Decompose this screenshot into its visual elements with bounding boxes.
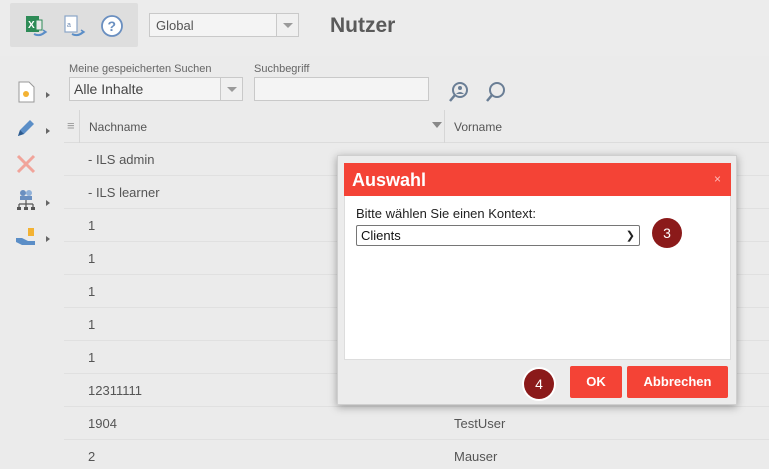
- context-select[interactable]: Clients ❯: [356, 225, 640, 246]
- user-search-icon[interactable]: [447, 80, 471, 104]
- delete-button[interactable]: [14, 152, 58, 182]
- step-badge: 4: [524, 369, 554, 399]
- cell-nachname: 1: [88, 284, 96, 299]
- search-term-label: Suchbegriff: [254, 63, 310, 75]
- column-header-vorname[interactable]: Vorname: [454, 120, 502, 134]
- help-icon[interactable]: ?: [100, 14, 124, 38]
- table-header: Nachname Vorname: [64, 110, 769, 143]
- table-row[interactable]: 2 Mauser: [64, 440, 769, 469]
- excel-export-icon[interactable]: X: [24, 14, 48, 38]
- chevron-down-icon: [276, 14, 298, 36]
- caret-right-icon: [46, 200, 50, 206]
- cell-nachname: - ILS admin: [88, 152, 155, 167]
- cell-nachname: 1: [88, 218, 96, 233]
- left-toolbar: [0, 66, 64, 469]
- user-hierarchy-button[interactable]: [14, 188, 58, 218]
- cell-vorname: TestUser: [454, 416, 506, 431]
- sort-desc-icon[interactable]: [432, 122, 442, 128]
- selection-dialog: Auswahl × Bitte wählen Sie einen Kontext…: [337, 155, 737, 405]
- dialog-header: Auswahl ×: [344, 163, 731, 196]
- cancel-button[interactable]: Abbrechen: [627, 366, 728, 398]
- svg-text:a: a: [67, 22, 71, 29]
- search-term-input[interactable]: [254, 77, 429, 101]
- caret-right-icon: [46, 92, 50, 98]
- step-badge: 3: [652, 218, 682, 248]
- new-item-icon: [18, 81, 35, 103]
- cell-nachname: 1: [88, 350, 96, 365]
- cell-nachname: 2: [88, 449, 96, 464]
- svg-text:?: ?: [108, 18, 117, 34]
- new-item-button[interactable]: [14, 80, 58, 110]
- saved-searches-select[interactable]: Alle Inhalte: [69, 77, 243, 101]
- chevron-down-icon: ❯: [625, 230, 635, 242]
- user-hierarchy-icon: [17, 190, 35, 210]
- ok-button[interactable]: OK: [570, 366, 622, 398]
- cell-nachname: 1: [88, 251, 96, 266]
- table-row[interactable]: 1904 TestUser: [64, 407, 769, 440]
- caret-right-icon: [46, 236, 50, 242]
- scope-select[interactable]: Global: [149, 13, 299, 37]
- saved-searches-value: Alle Inhalte: [74, 81, 144, 97]
- edit-button[interactable]: [14, 116, 58, 146]
- page-title: Nutzer: [330, 14, 396, 37]
- top-header: X a ? Global Nutzer: [0, 0, 769, 56]
- assign-icon: [16, 228, 35, 245]
- edit-icon: [18, 120, 34, 136]
- scope-select-value: Global: [156, 18, 194, 33]
- cell-vorname: Mauser: [454, 449, 498, 464]
- column-divider[interactable]: [444, 110, 445, 143]
- column-menu-icon[interactable]: [64, 110, 80, 143]
- svg-text:X: X: [28, 20, 35, 31]
- search-icon[interactable]: [484, 80, 508, 104]
- close-icon[interactable]: ×: [714, 172, 721, 186]
- column-header-nachname[interactable]: Nachname: [89, 120, 147, 134]
- context-select-value: Clients: [361, 228, 401, 243]
- cell-nachname: 12311111: [88, 383, 142, 398]
- toolbar-icon-group: X a ?: [10, 3, 138, 47]
- context-prompt: Bitte wählen Sie einen Kontext:: [356, 206, 536, 221]
- chevron-down-icon: [220, 78, 242, 100]
- delete-icon: [16, 154, 36, 174]
- cell-nachname: 1: [88, 317, 96, 332]
- report-export-icon[interactable]: a: [62, 14, 86, 38]
- assign-button[interactable]: [14, 224, 58, 254]
- cell-nachname: 1904: [88, 416, 117, 431]
- dialog-title: Auswahl: [352, 170, 427, 190]
- dialog-body: Bitte wählen Sie einen Kontext: Clients …: [344, 196, 731, 360]
- cell-nachname: - ILS learner: [88, 185, 160, 200]
- caret-right-icon: [46, 128, 50, 134]
- saved-searches-label: Meine gespeicherten Suchen: [69, 63, 212, 75]
